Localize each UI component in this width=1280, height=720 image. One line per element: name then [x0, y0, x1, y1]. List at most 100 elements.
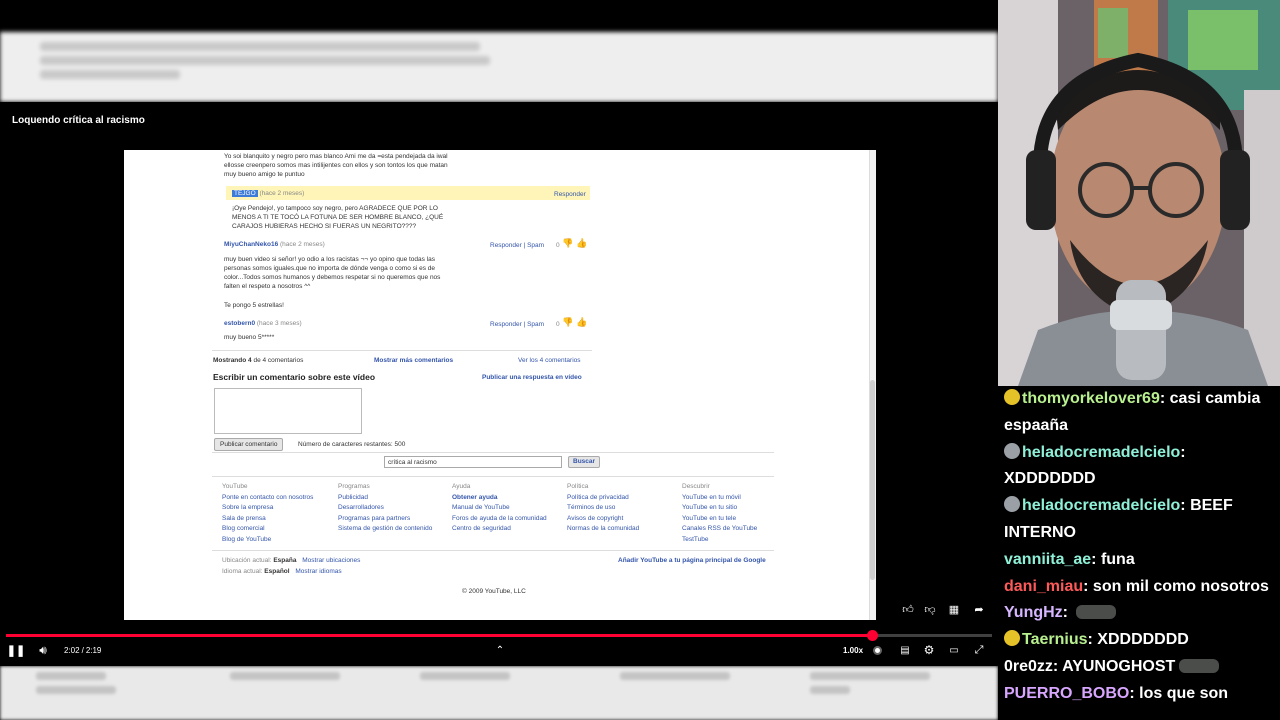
footer-link[interactable]: YouTube en tu tele: [682, 514, 757, 525]
chat-username[interactable]: vanniita_ae: [1004, 551, 1091, 568]
settings-gear-icon[interactable]: ⚙: [921, 643, 937, 657]
footer-link[interactable]: Normas de la comunidad: [567, 524, 639, 535]
background-article: [0, 32, 998, 102]
footer-link[interactable]: Foros de ayuda de la comunidad: [452, 514, 547, 525]
background-footer: [0, 666, 998, 720]
chat-emote-icon: [1179, 658, 1220, 673]
chat-username[interactable]: heladocremadelcielo: [1022, 497, 1180, 514]
chat-message: YungHz:: [1004, 600, 1274, 627]
chat-username[interactable]: PUERRO_BOBO: [1004, 685, 1129, 702]
chat-username[interactable]: YungHz: [1004, 604, 1063, 621]
thumbs-up-icon[interactable]: 👍: [576, 318, 587, 327]
footer-link[interactable]: Términos de uso: [567, 503, 639, 514]
footer-column-heading: YouTube: [222, 483, 248, 490]
subtitles-icon[interactable]: ▤: [897, 643, 913, 657]
footer-link[interactable]: Sistema de gestión de contenido: [338, 524, 432, 535]
chat-text: funa: [1100, 550, 1135, 568]
chat-colon: :: [1062, 604, 1073, 622]
share-icon[interactable]: ➦: [971, 602, 987, 616]
footer-link[interactable]: Sobre la empresa: [222, 503, 313, 514]
cast-icon[interactable]: ▭: [946, 643, 962, 657]
comment-username[interactable]: MiyuChanNeko16: [224, 241, 278, 248]
volume-icon[interactable]: 🔊︎: [34, 643, 52, 657]
footer-link[interactable]: Centro de seguridad: [452, 524, 547, 535]
page-scrollbar[interactable]: [869, 150, 876, 620]
chat-text: XDDDDDDD: [1097, 631, 1189, 649]
pause-icon[interactable]: ❚❚: [7, 643, 25, 657]
chat-username[interactable]: thomyorkelover69: [1022, 390, 1160, 407]
publish-comment-button[interactable]: Publicar comentario: [214, 438, 284, 451]
scrollbar-thumb[interactable]: [870, 380, 875, 580]
chat-username[interactable]: Taernius: [1022, 631, 1088, 648]
chat-badge-icon: [1004, 496, 1020, 513]
chat-message: vanniita_ae: funa: [1004, 547, 1274, 574]
time-separator: /: [81, 645, 84, 655]
footer-link[interactable]: Blog comercial: [222, 524, 313, 535]
footer-link[interactable]: Blog de YouTube: [222, 535, 313, 546]
time-display: 2:02 / 2:19: [64, 644, 101, 656]
footer-link[interactable]: YouTube en tu móvil: [682, 493, 757, 504]
autoplay-toggle[interactable]: [870, 644, 884, 656]
google-homepage-link[interactable]: Añadir YouTube a tu página principal de …: [618, 556, 766, 565]
exit-fullscreen-icon[interactable]: ⤢: [971, 643, 987, 657]
footer-link[interactable]: YouTube en tu sitio: [682, 503, 757, 514]
copyright: © 2009 YouTube, LLC: [462, 588, 526, 595]
footer-link[interactable]: Programas para partners: [338, 514, 432, 525]
reply-username[interactable]: TEJGO: [232, 190, 258, 197]
footer-link[interactable]: Obtener ayuda: [452, 493, 547, 504]
chat-username[interactable]: heladocremadelcielo: [1022, 444, 1180, 461]
location-link[interactable]: Mostrar ubicaciones: [302, 557, 360, 564]
chat-emote-icon: [1076, 605, 1117, 620]
progress-scrubber[interactable]: [866, 630, 878, 641]
comment-header: MiyuChanNeko16 (hace 2 meses): [224, 240, 325, 249]
reply-text-line: MENOS A TI TE TOCÓ LA FOTUNA DE SER HOMB…: [232, 214, 444, 221]
divider: [212, 476, 774, 477]
comment-actions[interactable]: Responder | Spam: [490, 320, 544, 329]
see-all-comments-link[interactable]: Ver los 4 comentarios: [518, 356, 581, 365]
comment-textarea[interactable]: [214, 388, 362, 434]
footer-link[interactable]: Política de privacidad: [567, 493, 639, 504]
comment-text-line: personas somos iguales.que no importa de…: [224, 265, 436, 272]
chevron-up-icon[interactable]: ⌃: [492, 643, 508, 657]
chat-username[interactable]: dani_miau: [1004, 578, 1083, 595]
footer-link[interactable]: Ponte en contacto con nosotros: [222, 493, 313, 504]
thumbs-down-icon[interactable]: 👎: [562, 318, 573, 327]
divider: [212, 550, 774, 551]
footer-link[interactable]: Avisos de copyright: [567, 514, 639, 525]
footer-link[interactable]: Canales RSS de YouTube: [682, 524, 757, 535]
chat-username[interactable]: 0re0zz: [1004, 658, 1053, 675]
footer-link[interactable]: Sala de prensa: [222, 514, 313, 525]
progress-played: [6, 634, 872, 637]
chat-message: 0re0zz: AYUNOGHOST: [1004, 654, 1274, 681]
footer-link[interactable]: Manual de YouTube: [452, 503, 547, 514]
video-player[interactable]: Loquendo crítica al racismo Yo soi blanq…: [0, 102, 998, 666]
like-icon[interactable]: 👍︎: [900, 602, 916, 616]
thumbs-up-icon[interactable]: 👍: [576, 239, 587, 248]
current-time: 2:02: [64, 645, 80, 655]
show-more-comments-link[interactable]: Mostrar más comentarios: [374, 356, 453, 365]
video-reply-link[interactable]: Publicar una respuesta en vídeo: [482, 373, 582, 382]
search-input[interactable]: crítica al racismo: [384, 456, 562, 468]
footer-column: YouTube Ponte en contacto con nosotros Sob…: [222, 482, 313, 545]
footer-link[interactable]: Publicidad: [338, 493, 432, 504]
reply-age: (hace 2 meses): [259, 190, 305, 197]
comments-count: Mostrando 4 de 4 comentarios: [213, 356, 303, 365]
comment-icon[interactable]: ▦: [946, 602, 962, 616]
comment-username[interactable]: estobern0: [224, 320, 255, 327]
reply-text-line: CARAJOS HUBIERAS HECHO SI FUERAS UN NEGR…: [232, 223, 417, 230]
playback-speed[interactable]: 1.00x: [843, 644, 863, 656]
thumbs-down-icon[interactable]: 👎: [562, 239, 573, 248]
search-button[interactable]: Buscar: [568, 456, 601, 468]
progress-bar[interactable]: [6, 630, 992, 641]
footer-link[interactable]: Desarrolladores: [338, 503, 432, 514]
footer-link[interactable]: TestTube: [682, 535, 757, 546]
chat-colon: :: [1052, 657, 1063, 675]
comment-actions[interactable]: Responder | Spam: [490, 241, 544, 250]
language-link[interactable]: Mostrar idiomas: [295, 568, 341, 575]
screen: Loquendo crítica al racismo Yo soi blanq…: [0, 0, 1280, 720]
divider: [212, 452, 774, 453]
video-title[interactable]: Loquendo crítica al racismo: [12, 115, 145, 126]
reply-button[interactable]: Responder: [554, 190, 586, 199]
dislike-icon[interactable]: 👎︎: [922, 602, 938, 616]
comments-count-rest: de 4 comentarios: [253, 357, 304, 364]
